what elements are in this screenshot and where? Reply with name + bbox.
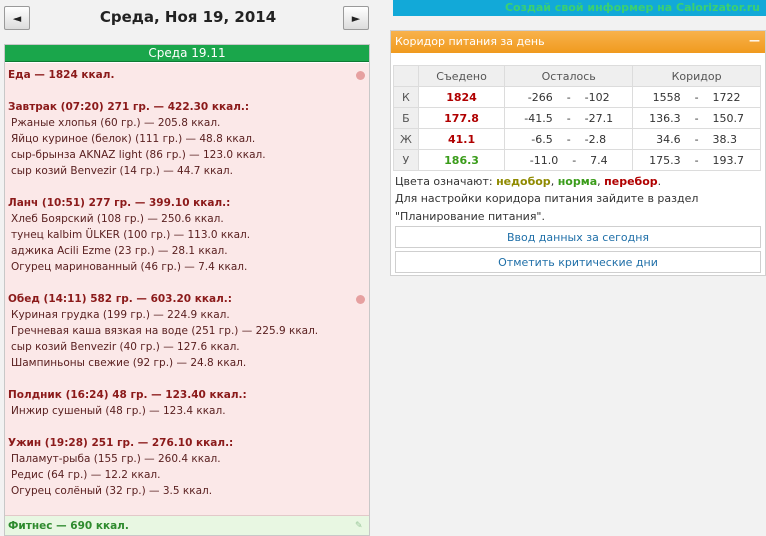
meal-item[interactable]: тунец kalbim ÜLKER (100 гр.) — 113.0 кка… <box>11 229 250 241</box>
fitness-block: Фитнес — 690 ккал. ✎ <box>5 516 369 535</box>
corridor-range: 34.6 - 38.3 <box>632 128 761 150</box>
eaten-value: 1824 <box>417 86 506 108</box>
left-max: -102 <box>584 90 610 104</box>
meal-item[interactable]: аджика Acili Ezme (23 гр.) — 28.1 ккал. <box>11 245 228 257</box>
corridor-panel: Коридор питания за день — Съедено Остало… <box>390 30 766 276</box>
apple-icon <box>356 71 365 80</box>
meal-item[interactable]: Инжир сушеный (48 гр.) — 123.4 ккал. <box>11 405 226 417</box>
meal-summary[interactable]: Полдник (16:24) 48 гр. — 123.40 ккал.: <box>8 389 247 401</box>
left-range: -266 - -102 <box>504 86 634 108</box>
meal-item[interactable]: сыр-брынза AKNAZ light (86 гр.) — 123.0 … <box>11 149 266 161</box>
meal-summary[interactable]: Ланч (10:51) 277 гр. — 399.10 ккал.: <box>8 197 230 209</box>
corridor-max: 150.7 <box>712 111 745 125</box>
legend-norm: норма <box>557 175 598 188</box>
corridor-title: Коридор питания за день <box>395 35 545 48</box>
corridor-min: 175.3 <box>649 153 681 167</box>
corridor-min: 136.3 <box>649 111 681 125</box>
legend-under: недобор <box>496 175 551 188</box>
corridor-table: Съедено Осталось Коридор К 1824 -266 - -… <box>393 65 761 171</box>
column-header-corridor: Коридор <box>632 65 761 87</box>
table-header-row: Съедено Осталось Коридор <box>393 65 761 87</box>
info-text-link: "Планирование питания". <box>395 210 545 223</box>
meal-item[interactable]: Куриная грудка (199 гр.) — 224.9 ккал. <box>11 309 230 321</box>
meal-item[interactable]: Гречневая каша вязкая на воде (251 гр.) … <box>11 325 318 337</box>
meal-item[interactable]: Хлеб Боярский (108 гр.) — 250.6 ккал. <box>11 213 224 225</box>
meal-item[interactable]: Шампиньоны свежие (92 гр.) — 24.8 ккал. <box>11 357 246 369</box>
meal-summary[interactable]: Обед (14:11) 582 гр. — 603.20 ккал.: <box>8 293 232 305</box>
left-max: 7.4 <box>590 153 608 167</box>
table-row: У 186.3 -11.0 - 7.4 175.3 - 193.7 <box>393 149 761 171</box>
eaten-value: 177.8 <box>417 107 506 129</box>
meal-item[interactable]: Ржаные хлопья (60 гр.) — 205.8 ккал. <box>11 117 220 129</box>
meal-item[interactable]: Яйцо куриное (белок) (111 гр.) — 48.8 кк… <box>11 133 255 145</box>
corridor-max: 38.3 <box>712 132 738 146</box>
corridor-range: 1558 - 1722 <box>632 86 761 108</box>
meal-item[interactable]: сыр козий Benvezir (14 гр.) — 44.7 ккал. <box>11 165 233 177</box>
left-max: -27.1 <box>584 111 614 125</box>
food-block: Еда — 1824 ккал. Завтрак (07:20) 271 гр.… <box>5 63 369 516</box>
meal-summary[interactable]: Завтрак (07:20) 271 гр. — 422.30 ккал.: <box>8 101 249 113</box>
corridor-max: 1722 <box>712 90 741 104</box>
date-title: Среда, Ноя 19, 2014 <box>99 8 277 26</box>
left-min: -41.5 <box>524 111 553 125</box>
table-row: Б 177.8 -41.5 - -27.1 136.3 - 150.7 <box>393 107 761 129</box>
corridor-range: 175.3 - 193.7 <box>632 149 761 171</box>
row-label-header <box>393 65 419 87</box>
apple-icon <box>356 295 365 304</box>
corridor-max: 193.7 <box>712 153 745 167</box>
table-row: Ж 41.1 -6.5 - -2.8 34.6 - 38.3 <box>393 128 761 150</box>
day-header: Среда 19.11 <box>5 45 369 62</box>
row-label: Ж <box>393 128 419 150</box>
meal-item[interactable]: Редис (64 гр.) — 12.2 ккал. <box>11 469 160 481</box>
row-label: К <box>393 86 419 108</box>
left-min: -6.5 <box>531 132 553 146</box>
left-range: -6.5 - -2.8 <box>504 128 634 150</box>
left-min: -11.0 <box>529 153 559 167</box>
day-diary-column: ◄ Среда, Ноя 19, 2014 ► Среда 19.11 Еда … <box>0 0 376 536</box>
table-row: К 1824 -266 - -102 1558 - 1722 <box>393 86 761 108</box>
legend-prefix: Цвета означают: <box>395 175 493 188</box>
mark-critical-days-button[interactable]: Отметить критические дни <box>395 251 761 273</box>
row-label: У <box>393 149 419 171</box>
row-label: Б <box>393 107 419 129</box>
day-panel: Среда 19.11 Еда — 1824 ккал. Завтрак (07… <box>4 44 370 536</box>
arrow-left-icon: ◄ <box>12 11 22 25</box>
arrow-right-icon: ► <box>351 11 361 25</box>
corridor-min: 34.6 <box>656 132 681 146</box>
corridor-header: Коридор питания за день — <box>391 31 765 53</box>
meal-item[interactable]: Огурец солёный (32 гр.) — 3.5 ккал. <box>11 485 212 497</box>
next-day-button[interactable]: ► <box>343 6 369 30</box>
corridor-min: 1558 <box>652 90 681 104</box>
eaten-value: 41.1 <box>417 128 506 150</box>
corridor-column: Создай свой информер на Calorizator.ru К… <box>388 0 766 536</box>
informer-banner[interactable]: Создай свой информер на Calorizator.ru <box>393 0 766 16</box>
eaten-value: 186.3 <box>417 149 506 171</box>
left-min: -266 <box>527 90 553 104</box>
food-total: Еда — 1824 ккал. <box>8 69 115 81</box>
enter-today-data-button[interactable]: Ввод данных за сегодня <box>395 226 761 248</box>
meal-summary[interactable]: Ужин (19:28) 251 гр. — 276.10 ккал.: <box>8 437 233 449</box>
meal-item[interactable]: Огурец маринованный (46 гр.) — 7.4 ккал. <box>11 261 247 273</box>
left-range: -11.0 - 7.4 <box>504 149 634 171</box>
meal-item[interactable]: сыр козий Benvezir (40 гр.) — 127.6 ккал… <box>11 341 240 353</box>
corridor-range: 136.3 - 150.7 <box>632 107 761 129</box>
meal-item[interactable]: Паламут-рыба (155 гр.) — 260.4 ккал. <box>11 453 221 465</box>
info-text: Для настройки коридора питания зайдите в… <box>395 192 699 205</box>
legend-over: перебор <box>604 175 658 188</box>
column-header-left: Осталось <box>504 65 634 87</box>
column-header-eaten: Съедено <box>417 65 506 87</box>
collapse-icon[interactable]: — <box>749 35 760 46</box>
informer-link[interactable]: Создай свой информер на Calorizator.ru <box>505 1 760 14</box>
previous-day-button[interactable]: ◄ <box>4 6 30 30</box>
fitness-icon: ✎ <box>355 521 363 531</box>
fitness-total[interactable]: Фитнес — 690 ккал. <box>8 520 129 532</box>
left-max: -2.8 <box>584 132 607 146</box>
color-legend: Цвета означают: недобор, норма, перебор. <box>395 175 662 188</box>
left-range: -41.5 - -27.1 <box>504 107 634 129</box>
